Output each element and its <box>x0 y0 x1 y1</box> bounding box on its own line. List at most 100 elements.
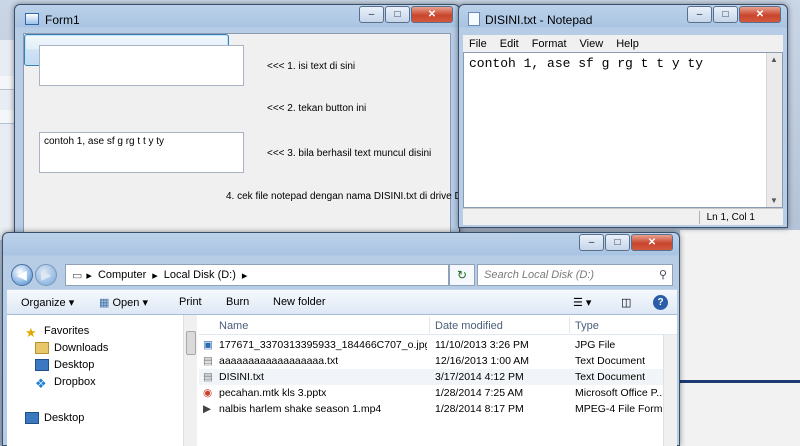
column-date-modified[interactable]: Date modified <box>435 320 503 332</box>
maximize-button[interactable]: □ <box>713 6 738 23</box>
nav-item-downloads[interactable]: Downloads <box>35 342 108 354</box>
minimize-button[interactable]: – <box>687 6 712 23</box>
nav-scrollbar[interactable] <box>183 315 197 446</box>
open-button[interactable]: ▦ Open ▾ <box>99 296 148 309</box>
text-file-icon: ▤ <box>203 355 213 367</box>
nav-dropbox-label: Dropbox <box>54 376 96 388</box>
status-divider <box>699 211 700 224</box>
menu-format[interactable]: Format <box>532 38 567 50</box>
file-row[interactable]: ▶ nalbis harlem shake season 1.mp4 1/28/… <box>199 401 663 417</box>
column-name[interactable]: Name <box>219 320 248 332</box>
back-button[interactable]: ◀ <box>11 264 33 286</box>
ide-divider <box>680 380 800 383</box>
form1-window: Form1 – □ ✕ SIMPAN contoh 1, ase sf g rg… <box>14 4 467 236</box>
minimize-icon: – <box>588 237 595 248</box>
menu-file[interactable]: File <box>469 38 487 50</box>
breadcrumb-local-disk[interactable]: Local Disk (D:) <box>164 269 236 281</box>
breadcrumb-separator-icon: ▸ <box>86 269 92 282</box>
drive-icon: ▭ <box>72 269 83 282</box>
file-type: MPEG-4 File Format <box>575 403 663 415</box>
form-app-icon <box>25 13 39 25</box>
file-list-header: Name Date modified Type <box>199 315 677 335</box>
notepad-scrollbar[interactable]: ▲ ▼ <box>766 53 782 207</box>
file-date: 3/17/2014 4:12 PM <box>435 371 524 383</box>
form1-title: Form1 <box>45 13 80 27</box>
preview-pane-icon[interactable]: ◫ <box>621 296 631 309</box>
close-button[interactable]: ✕ <box>411 6 453 23</box>
output-textbox[interactable]: contoh 1, ase sf g rg t t y ty <box>39 132 244 173</box>
file-type: Microsoft Office P... <box>575 387 663 399</box>
powerpoint-file-icon: ◉ <box>203 387 213 399</box>
column-divider[interactable] <box>429 317 430 333</box>
breadcrumb-computer[interactable]: Computer <box>98 269 146 281</box>
burn-button[interactable]: Burn <box>226 296 249 308</box>
open-label: Open <box>112 297 140 309</box>
file-name: aaaaaaaaaaaaaaaaaa.txt <box>219 355 339 367</box>
menu-help[interactable]: Help <box>616 38 639 50</box>
column-divider[interactable] <box>569 317 570 333</box>
search-icon[interactable]: ⚲ <box>659 268 667 281</box>
explorer-navbar: ◀ ▶ ▭ ▸ Computer ▸ Local Disk (D:) ▸ ↻ S… <box>7 261 677 289</box>
search-placeholder: Search Local Disk (D:) <box>484 269 595 281</box>
file-date: 1/28/2014 8:17 PM <box>435 403 524 415</box>
input-textbox[interactable] <box>39 45 244 86</box>
file-date: 1/28/2014 7:25 AM <box>435 387 524 399</box>
file-name: pecahan.mtk kls 3.pptx <box>219 387 327 399</box>
maximize-button[interactable]: □ <box>385 6 410 23</box>
help-icon[interactable]: ? <box>653 295 668 310</box>
notepad-titlebar[interactable]: DISINI.txt - Notepad – □ ✕ <box>459 5 787 33</box>
scroll-down-icon[interactable]: ▼ <box>770 196 778 205</box>
minimize-icon: – <box>696 9 703 20</box>
nav-favorites-label: Favorites <box>44 325 90 337</box>
forward-button[interactable]: ▶ <box>35 264 57 286</box>
dropbox-icon: ❖ <box>35 376 47 391</box>
hint-step-2: <<< 2. tekan button ini <box>267 103 367 114</box>
menu-view[interactable]: View <box>580 38 604 50</box>
view-options-icon[interactable]: ☰ ▾ <box>573 296 591 309</box>
close-button[interactable]: ✕ <box>739 6 781 23</box>
file-row[interactable]: ▤ aaaaaaaaaaaaaaaaaa.txt 12/16/2013 1:00… <box>199 353 663 369</box>
file-date: 12/16/2013 1:00 AM <box>435 355 529 367</box>
notepad-menubar: File Edit Format View Help <box>463 35 783 52</box>
column-type[interactable]: Type <box>575 320 599 332</box>
notepad-editor[interactable]: contoh 1, ase sf g rg t t y ty ▲ ▼ <box>463 52 783 208</box>
nav-item-dropbox[interactable]: ❖ Dropbox <box>35 376 96 391</box>
file-row[interactable]: ▣ 177671_3370313395933_184466C707_o.jpg … <box>199 337 663 353</box>
nav-favorites[interactable]: ★ Favorites <box>25 325 90 340</box>
maximize-button[interactable]: □ <box>605 234 630 251</box>
file-list: Name Date modified Type ▣ 177671_3370313… <box>199 315 677 446</box>
search-input[interactable]: Search Local Disk (D:) ⚲ <box>477 264 673 286</box>
nav-scroll-thumb[interactable] <box>186 331 196 355</box>
maximize-icon: □ <box>394 9 401 20</box>
folder-icon <box>35 342 49 354</box>
organize-label: Organize <box>21 297 66 309</box>
organize-button[interactable]: Organize ▾ <box>21 296 74 309</box>
desktop-icon <box>25 412 39 424</box>
explorer-body: ★ Favorites Downloads Desktop ❖ Dropbox … <box>7 315 677 446</box>
form1-titlebar[interactable]: Form1 – □ ✕ <box>15 5 459 33</box>
hint-step-1: <<< 1. isi text di sini <box>267 61 356 72</box>
nav-desktop-root[interactable]: Desktop <box>25 412 84 424</box>
file-type: Text Document <box>575 355 646 367</box>
back-arrow-icon: ◀ <box>17 268 27 282</box>
hint-step-4: 4. cek file notepad dengan nama DISINI.t… <box>226 191 468 202</box>
close-button[interactable]: ✕ <box>631 234 673 251</box>
explorer-titlebar[interactable]: – □ ✕ <box>3 233 679 261</box>
file-type: Text Document <box>575 371 646 383</box>
file-row[interactable]: ◉ pecahan.mtk kls 3.pptx 1/28/2014 7:25 … <box>199 385 663 401</box>
nav-item-desktop[interactable]: Desktop <box>35 359 94 371</box>
close-icon: ✕ <box>755 9 765 20</box>
menu-edit[interactable]: Edit <box>500 38 519 50</box>
minimize-button[interactable]: – <box>579 234 604 251</box>
address-bar[interactable]: ▭ ▸ Computer ▸ Local Disk (D:) ▸ <box>65 264 449 286</box>
maximize-icon: □ <box>722 9 729 20</box>
scroll-up-icon[interactable]: ▲ <box>770 55 778 64</box>
image-file-icon: ▣ <box>203 339 213 351</box>
minimize-button[interactable]: – <box>359 6 384 23</box>
print-button[interactable]: Print <box>179 296 202 308</box>
new-folder-button[interactable]: New folder <box>273 296 326 308</box>
file-row-selected[interactable]: ▤ DISINI.txt 3/17/2014 4:12 PM Text Docu… <box>199 369 663 385</box>
refresh-button[interactable]: ↻ <box>449 264 475 286</box>
file-name: 177671_3370313395933_184466C707_o.jpg <box>219 339 427 351</box>
file-list-scrollbar[interactable] <box>663 335 677 446</box>
